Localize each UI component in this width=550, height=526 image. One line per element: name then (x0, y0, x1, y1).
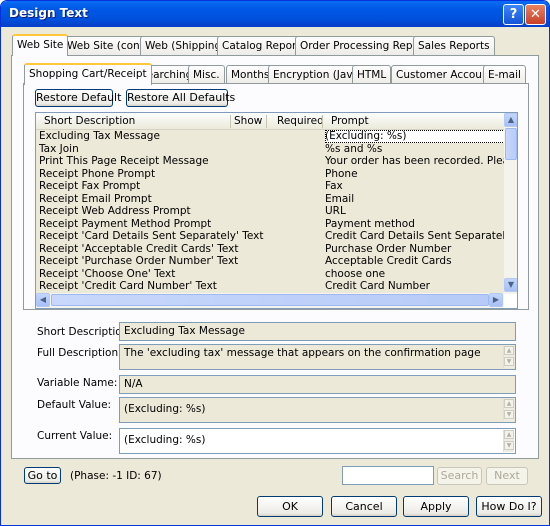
scroll-up-icon[interactable]: ▲ (504, 430, 514, 439)
scroll-up-icon[interactable]: ▲ (504, 113, 517, 127)
column-show[interactable]: Show (234, 115, 262, 127)
how-do-i-button[interactable]: How Do I? (476, 496, 542, 517)
row-prompt[interactable]: URL (325, 205, 505, 218)
tab-e-mail[interactable]: E-mail (483, 65, 526, 85)
vertical-scroll-thumb[interactable] (505, 128, 517, 160)
cancel-button[interactable]: Cancel (331, 496, 397, 517)
table-row[interactable]: Tax Join %s and %s (36, 143, 504, 156)
next-button[interactable]: Next (486, 467, 528, 485)
short-description-label: Short Description: (37, 326, 132, 338)
scroll-down-icon[interactable]: ▼ (504, 278, 517, 292)
default-value-label: Default Value: (37, 399, 112, 411)
table-row[interactable]: Receipt Payment Method Prompt Payment me… (36, 218, 504, 231)
row-description: Receipt 'Purchase Order Number' Text (39, 255, 239, 267)
default-value-field[interactable]: (Excluding: %s) ▲ ▼ (119, 397, 516, 423)
row-prompt[interactable]: Phone (325, 168, 505, 181)
table-row[interactable]: Receipt 'Acceptable Credit Cards' Text P… (36, 243, 504, 256)
table-row[interactable]: Receipt Email Prompt Email (36, 193, 504, 206)
table-row[interactable]: Receipt Fax Prompt Fax (36, 180, 504, 193)
row-description: Receipt Web Address Prompt (39, 205, 191, 217)
grid-header: Short Description Show Required Prompt (36, 113, 506, 130)
apply-button[interactable]: Apply (403, 496, 469, 517)
column-required[interactable]: Required (277, 115, 324, 127)
close-button[interactable]: ✕ (525, 4, 546, 25)
table-row[interactable]: Receipt 'Credit Card Number' Text Credit… (36, 280, 504, 293)
row-prompt[interactable]: %s and %s (325, 143, 505, 156)
row-prompt[interactable]: choose one (325, 268, 505, 281)
table-row[interactable]: Receipt Phone Prompt Phone (36, 168, 504, 181)
go-to-button[interactable]: Go to (24, 467, 61, 484)
search-button[interactable]: Search (437, 467, 482, 485)
text-grid[interactable]: Short Description Show Required Prompt E… (35, 112, 518, 309)
tab-shopping-cart-receipt[interactable]: Shopping Cart/Receipt (24, 63, 152, 85)
phase-id-text: (Phase: -1 ID: 67) (70, 470, 162, 482)
variable-name-field: N/A (119, 375, 516, 394)
restore-all-defaults-button[interactable]: Restore All Defaults (126, 89, 235, 107)
row-prompt[interactable]: Your order has been recorded. Please fil… (325, 155, 505, 168)
tab-sales-reports[interactable]: Sales Reports (413, 36, 495, 56)
current-value-field[interactable]: (Excluding: %s) ▲ ▼ (119, 428, 516, 454)
row-description: Print This Page Receipt Message (39, 155, 209, 167)
table-row[interactable]: Print This Page Receipt Message Your ord… (36, 155, 505, 168)
search-input[interactable] (342, 466, 434, 485)
row-description: Receipt 'Choose One' Text (39, 267, 176, 280)
horizontal-scroll-thumb[interactable] (51, 294, 489, 306)
row-description: Receipt Fax Prompt (39, 180, 141, 192)
ok-button[interactable]: OK (257, 496, 323, 517)
full-description-scrollbar[interactable]: ▲ ▼ (503, 346, 514, 368)
title-bar[interactable]: Design Text ? ✕ (1, 1, 549, 27)
row-description: Receipt Email Prompt (39, 192, 152, 205)
grid-horizontal-scrollbar[interactable]: ◀ ▶ (36, 293, 504, 308)
row-description: Receipt Payment Method Prompt (39, 217, 212, 230)
row-prompt[interactable]: Fax (325, 180, 505, 193)
scroll-left-icon[interactable]: ◀ (36, 293, 50, 307)
column-short-description[interactable]: Short Description (44, 115, 135, 127)
tab-web-site[interactable]: Web Site (12, 34, 69, 56)
scroll-down-icon[interactable]: ▼ (504, 441, 514, 450)
current-value-label: Current Value: (37, 430, 113, 442)
column-prompt[interactable]: Prompt (331, 115, 369, 127)
tab-misc[interactable]: Misc. (188, 65, 225, 85)
current-value-scrollbar[interactable]: ▲ ▼ (503, 430, 514, 452)
scroll-up-icon[interactable]: ▲ (504, 346, 514, 355)
row-prompt[interactable]: Payment method (325, 218, 505, 231)
table-row[interactable]: Receipt 'Card Details Sent Separately' T… (36, 230, 505, 243)
row-description: Receipt 'Card Details Sent Separately' T… (39, 230, 264, 242)
current-value-text[interactable]: (Excluding: %s) (124, 434, 205, 446)
scroll-up-icon[interactable]: ▲ (504, 399, 514, 408)
short-description-field: Excluding Tax Message (119, 322, 516, 341)
scroll-down-icon[interactable]: ▼ (504, 357, 514, 366)
grid-body: Excluding Tax Message (Excluding: %s) Ta… (36, 130, 505, 293)
table-row[interactable]: Receipt 'Purchase Order Number' Text Acc… (36, 255, 504, 268)
grid-vertical-scrollbar[interactable]: ▲ ▼ (504, 113, 517, 294)
row-description: Excluding Tax Message (39, 130, 160, 143)
row-description: Tax Join (39, 142, 79, 155)
full-description-field[interactable]: The 'excluding tax' message that appears… (119, 344, 516, 370)
scroll-down-icon[interactable]: ▼ (504, 410, 514, 419)
row-prompt[interactable]: Purchase Order Number (325, 243, 505, 256)
tab-html[interactable]: HTML (352, 65, 392, 85)
row-description: Receipt 'Credit Card Number' Text (39, 280, 217, 292)
variable-name-label: Variable Name: (37, 377, 118, 389)
row-description: Receipt 'Acceptable Credit Cards' Text (39, 242, 239, 255)
table-row[interactable]: Receipt 'Choose One' Text choose one (36, 268, 504, 281)
row-prompt[interactable]: (Excluding: %s) (325, 130, 505, 143)
row-prompt[interactable]: Credit Card Number (325, 280, 505, 293)
design-text-window: Design Text ? ✕ Web Site Web Site (cont)… (0, 0, 550, 526)
row-prompt[interactable]: Credit Card Details Sent Separately (325, 230, 505, 243)
full-description-label: Full Description: (37, 347, 122, 359)
help-button[interactable]: ? (503, 4, 524, 25)
row-prompt[interactable]: Acceptable Credit Cards (325, 255, 505, 268)
table-row[interactable]: Excluding Tax Message (Excluding: %s) (36, 130, 505, 143)
window-title: Design Text (9, 6, 88, 20)
default-value-text: (Excluding: %s) (124, 403, 206, 415)
scroll-right-icon[interactable]: ▶ (489, 293, 503, 307)
table-row[interactable]: Receipt Web Address Prompt URL (36, 205, 504, 218)
restore-default-button[interactable]: Restore Default (35, 89, 121, 107)
full-description-text: The 'excluding tax' message that appears… (124, 347, 481, 359)
row-prompt[interactable]: Email (325, 193, 505, 206)
default-value-scrollbar[interactable]: ▲ ▼ (503, 399, 514, 421)
row-description: Receipt Phone Prompt (39, 167, 156, 180)
